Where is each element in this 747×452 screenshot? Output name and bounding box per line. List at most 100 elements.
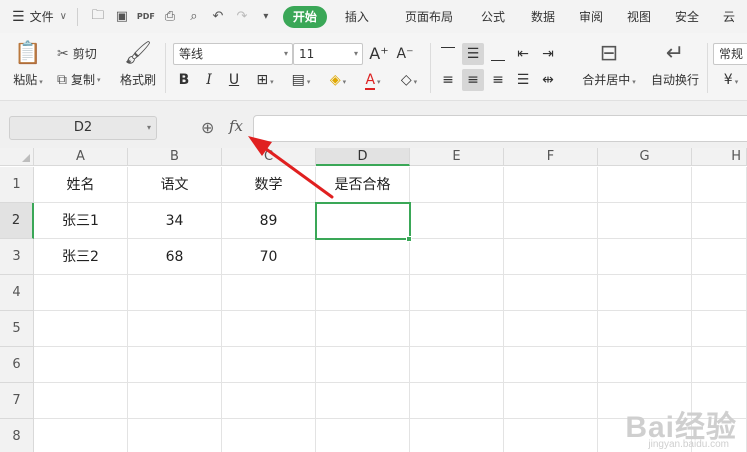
font-color-icon[interactable]: A ▾ — [358, 69, 388, 91]
cell-a5[interactable] — [34, 311, 128, 347]
insert-function-button[interactable]: fx — [229, 117, 243, 135]
fill-color-icon[interactable]: ◈ ▾ — [322, 69, 354, 91]
cell-c5[interactable] — [222, 311, 316, 347]
formula-input[interactable] — [253, 115, 747, 142]
cell-f8[interactable] — [504, 419, 598, 452]
cell-b8[interactable] — [128, 419, 222, 452]
column-header-f[interactable]: F — [504, 148, 598, 166]
cell-g1[interactable] — [598, 167, 692, 203]
save-icon[interactable]: ▣ — [113, 8, 131, 26]
cell-f3[interactable] — [504, 239, 598, 275]
font-name-select[interactable]: 等线 ▾ — [173, 43, 293, 65]
column-header-c[interactable]: C — [222, 148, 316, 166]
cell-b6[interactable] — [128, 347, 222, 383]
align-center-icon[interactable]: ≡ — [462, 69, 484, 91]
tab-security[interactable]: 安全 — [663, 6, 711, 28]
clear-format-icon[interactable]: ◇ ▾ — [394, 69, 424, 91]
open-folder-icon[interactable]: 🗀 — [89, 8, 107, 26]
cell-a3[interactable]: 张三2 — [34, 239, 128, 275]
cell-g4[interactable] — [598, 275, 692, 311]
distributed-align-icon[interactable]: ⇹ — [537, 69, 559, 91]
cell-e5[interactable] — [410, 311, 504, 347]
cell-c1[interactable]: 数学 — [222, 167, 316, 203]
tab-data[interactable]: 数据 — [519, 6, 567, 28]
row-header-6[interactable]: 6 — [0, 347, 34, 383]
borders-icon[interactable]: ⊞ ▾ — [250, 69, 280, 91]
copy-button[interactable]: ⧉ 复制 ▾ — [57, 71, 101, 88]
cell-f4[interactable] — [504, 275, 598, 311]
cell-a4[interactable] — [34, 275, 128, 311]
italic-icon[interactable]: I — [198, 69, 220, 91]
select-all-button[interactable] — [0, 148, 34, 166]
cell-g5[interactable] — [598, 311, 692, 347]
wrap-text-button[interactable]: ↵ 自动换行 — [648, 41, 702, 88]
row-header-3[interactable]: 3 — [0, 239, 34, 275]
format-painter-button[interactable]: 🖌 格式刷 — [118, 41, 158, 88]
redo-icon[interactable]: ↷ — [233, 8, 251, 26]
merge-center-button[interactable]: ⊟ 合并居中 ▾ — [576, 41, 642, 88]
column-header-b[interactable]: B — [128, 148, 222, 166]
cell-h3[interactable] — [692, 239, 747, 275]
cell-a8[interactable] — [34, 419, 128, 452]
cell-g6[interactable] — [598, 347, 692, 383]
cell-h5[interactable] — [692, 311, 747, 347]
cell-a2[interactable]: 张三1 — [34, 203, 128, 239]
cell-d3[interactable] — [316, 239, 410, 275]
cell-e1[interactable] — [410, 167, 504, 203]
export-pdf-icon[interactable]: PDF — [137, 8, 155, 26]
cell-b5[interactable] — [128, 311, 222, 347]
underline-icon[interactable]: U — [223, 69, 245, 91]
cell-c6[interactable] — [222, 347, 316, 383]
decrease-font-size-icon[interactable]: A⁻ — [394, 43, 416, 65]
cut-button[interactable]: ✂ 剪切 — [57, 45, 97, 62]
cell-h4[interactable] — [692, 275, 747, 311]
file-menu[interactable]: ☰ 文件 ∨ — [12, 8, 67, 25]
decrease-indent-icon[interactable]: ⇤ — [512, 43, 534, 65]
cell-g2[interactable] — [598, 203, 692, 239]
increase-indent-icon[interactable]: ⇥ — [537, 43, 559, 65]
tab-view[interactable]: 视图 — [615, 6, 663, 28]
column-header-e[interactable]: E — [410, 148, 504, 166]
cell-a1[interactable]: 姓名 — [34, 167, 128, 203]
align-top-icon[interactable]: ⎺ — [437, 43, 459, 65]
align-right-icon[interactable]: ≡ — [487, 69, 509, 91]
cell-b3[interactable]: 68 — [128, 239, 222, 275]
align-bottom-icon[interactable]: ⎽ — [487, 43, 509, 65]
cell-f7[interactable] — [504, 383, 598, 419]
active-cell-d2[interactable] — [315, 202, 411, 240]
font-size-select[interactable]: 11 ▾ — [293, 43, 363, 65]
quick-access-dropdown-icon[interactable]: ▾ — [257, 8, 275, 26]
cell-e2[interactable] — [410, 203, 504, 239]
fill-handle[interactable] — [406, 236, 412, 242]
row-header-2[interactable]: 2 — [0, 203, 34, 239]
cell-a7[interactable] — [34, 383, 128, 419]
increase-font-size-icon[interactable]: A⁺ — [368, 43, 390, 65]
cell-e6[interactable] — [410, 347, 504, 383]
number-format-select[interactable]: 常规 — [713, 43, 747, 65]
cell-h1[interactable] — [692, 167, 747, 203]
cell-b4[interactable] — [128, 275, 222, 311]
cell-e7[interactable] — [410, 383, 504, 419]
cell-b7[interactable] — [128, 383, 222, 419]
column-header-a[interactable]: A — [34, 148, 128, 166]
cell-d1[interactable]: 是否合格 — [316, 167, 410, 203]
cell-e8[interactable] — [410, 419, 504, 452]
cell-style-icon[interactable]: ▤ ▾ — [286, 69, 316, 91]
column-header-h[interactable]: H — [692, 148, 747, 166]
bold-icon[interactable]: B — [173, 69, 195, 91]
row-header-7[interactable]: 7 — [0, 383, 34, 419]
cell-d5[interactable] — [316, 311, 410, 347]
print-preview-icon[interactable]: ⌕ — [185, 8, 203, 26]
cell-c3[interactable]: 70 — [222, 239, 316, 275]
justify-icon[interactable]: ☰ — [512, 69, 534, 91]
paste-button[interactable]: 📋 粘贴 ▾ — [10, 41, 46, 88]
zoom-icon[interactable]: ⊕ — [201, 118, 214, 137]
column-header-d[interactable]: D — [316, 148, 410, 166]
cell-d4[interactable] — [316, 275, 410, 311]
undo-icon[interactable]: ↶ — [209, 8, 227, 26]
tab-review[interactable]: 审阅 — [567, 6, 615, 28]
cell-f2[interactable] — [504, 203, 598, 239]
print-icon[interactable]: ⎙ — [161, 8, 179, 26]
tab-cloud[interactable]: 云 — [711, 6, 747, 28]
row-header-4[interactable]: 4 — [0, 275, 34, 311]
